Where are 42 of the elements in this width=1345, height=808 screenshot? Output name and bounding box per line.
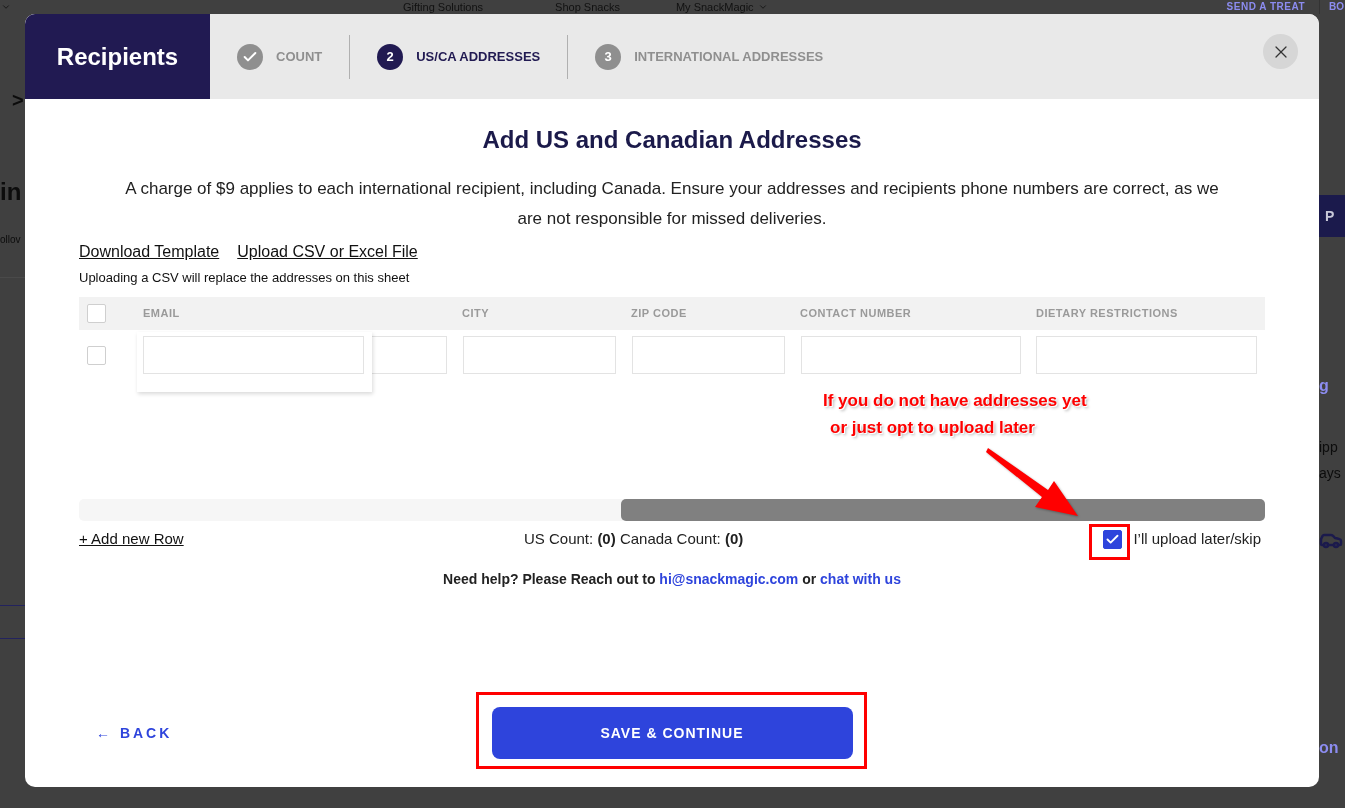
chat-link[interactable]: chat with us [820, 571, 901, 587]
input-field[interactable] [801, 336, 1021, 374]
column-header: ZIP CODE [631, 306, 688, 322]
help-text: Need help? Please Reach out to hi@snackmagic.com or chat with us [442, 570, 902, 589]
column-header: DIETARY RESTRICTIONS [1036, 306, 1179, 322]
nav-link[interactable]: BO [1329, 0, 1345, 14]
step-label: US/CA ADDRESSES [416, 47, 541, 66]
save-continue-button[interactable]: SAVE & CONTINUE [491, 707, 853, 759]
column-header: CITY [462, 306, 491, 322]
step-number: 3 [595, 43, 622, 70]
annotation-text: If you do not have addresses yet or just opt to upload later [823, 390, 1087, 439]
cut-off-link[interactable]: g [1319, 376, 1345, 396]
upload-note: Uploading a CSV will replace the addresses on this sheet [79, 269, 411, 287]
input-field[interactable] [632, 336, 785, 374]
add-row-link[interactable]: + Add new Row [79, 527, 524, 551]
back-link[interactable]: ← BACK [96, 722, 173, 744]
modal-title: Recipients [56, 41, 179, 72]
cut-off-button[interactable]: P [1319, 195, 1345, 237]
input-field[interactable] [463, 336, 616, 374]
nav-link[interactable]: SEND A TREAT [1226, 0, 1305, 14]
chevron-icon [1, 2, 11, 12]
chevron-icon [757, 2, 768, 12]
step-label: COUNT [276, 47, 323, 66]
column-header: EMAIL [143, 306, 181, 322]
input-field[interactable] [143, 336, 364, 374]
close-button[interactable] [1263, 34, 1298, 69]
cut-off-text: > [11, 88, 25, 112]
arrow-icon [985, 447, 1080, 517]
input-field[interactable] [1036, 336, 1257, 374]
cut-off-link[interactable]: on [1319, 738, 1345, 758]
step-label: INTERNATIONAL ADDRESSES [634, 47, 824, 66]
description: A charge of $9 applies to each international recipient, including Canada. Ensure your addresses and recipients phone numbers are correct, as we are not responsible for missed deliveries. [124, 178, 1220, 230]
file-link[interactable]: Download Template [79, 242, 220, 262]
email-link[interactable]: hi@snackmagic.com [659, 571, 799, 587]
horizontal-scrollbar[interactable] [79, 499, 1265, 521]
column-header: CONTACT NUMBER [800, 306, 913, 322]
checkbox[interactable] [1103, 529, 1123, 549]
step-number: 2 [377, 43, 404, 70]
file-link[interactable]: Upload CSV or Excel File [237, 242, 418, 262]
count-summary: US Count: (0) Canada Count: (0) [524, 528, 744, 549]
heading: Add US and Canadian Addresses [481, 125, 863, 155]
skip-label: I’ll upload later/skip [1133, 528, 1261, 549]
